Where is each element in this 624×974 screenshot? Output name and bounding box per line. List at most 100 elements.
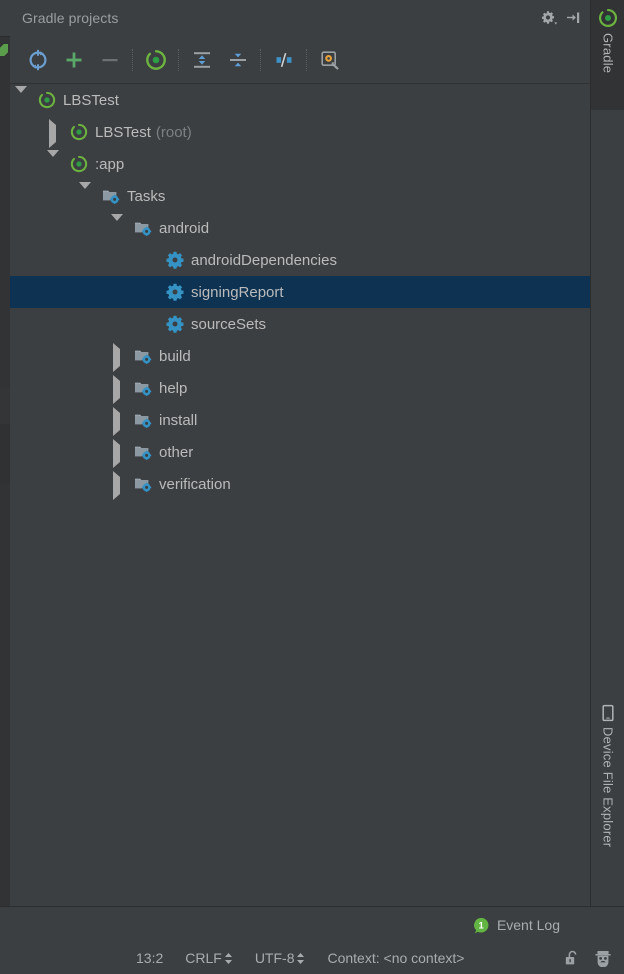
tree-row[interactable]: signingReport <box>10 276 590 308</box>
expand-all-button[interactable] <box>184 42 220 78</box>
toggle-offline-mode-button[interactable] <box>266 42 302 78</box>
chevron-down-icon[interactable] <box>78 182 92 206</box>
gradle-tool-window: Gradle projects LBSTest LBSTest (root):… <box>0 0 624 974</box>
unlocked-padlock-icon[interactable] <box>564 949 580 967</box>
refresh-icon <box>27 49 49 71</box>
chevron-right-icon[interactable] <box>110 471 124 500</box>
tree-row-label: signingReport <box>191 283 284 301</box>
tree-row[interactable]: LBSTest (root) <box>10 116 590 148</box>
task-folder-icon <box>134 380 152 396</box>
tree-toggle-placeholder <box>142 285 156 299</box>
task-folder-icon <box>134 220 152 236</box>
tool-window-gradle-label: Gradle <box>600 33 616 74</box>
task-folder-icon <box>134 476 152 492</box>
tree-row-label: LBSTest <box>95 123 151 141</box>
plus-icon <box>64 50 84 70</box>
task-folder-icon <box>134 348 152 364</box>
chevron-right-icon[interactable] <box>46 119 60 148</box>
offline-mode-icon <box>273 49 295 71</box>
gradle-settings-icon <box>319 49 341 71</box>
chevron-down-icon[interactable] <box>110 214 124 238</box>
gradle-icon <box>598 8 618 28</box>
event-log-count: 1 <box>478 920 484 931</box>
tree-row-label: androidDependencies <box>191 251 337 269</box>
device-icon <box>600 704 616 722</box>
gradle-icon <box>70 123 88 141</box>
task-folder-icon <box>102 188 120 204</box>
tree-row-label: install <box>159 411 198 429</box>
collapse-all-button[interactable] <box>220 42 256 78</box>
up-down-arrow-icon <box>296 951 305 966</box>
tree-row-label: android <box>159 219 210 237</box>
tree-row[interactable]: androidDependencies <box>10 244 590 276</box>
collapse-all-icon <box>227 49 249 71</box>
tree-row-label: Tasks <box>127 187 166 205</box>
context-indicator[interactable]: Context: <no context> <box>327 950 464 966</box>
panel-title-bar: Gradle projects <box>10 0 590 37</box>
tree-row-label: LBSTest <box>63 91 119 109</box>
encoding-selector[interactable]: UTF-8 <box>255 950 306 966</box>
tree-row[interactable]: help <box>10 372 590 404</box>
chevron-down-icon[interactable] <box>14 86 28 110</box>
chevron-right-icon[interactable] <box>110 407 124 436</box>
tree-row[interactable]: Tasks <box>10 180 590 212</box>
gradle-settings-button[interactable] <box>312 42 348 78</box>
gutter-band <box>0 424 10 484</box>
gradle-icon <box>70 155 88 173</box>
tree-toggle-placeholder <box>142 317 156 331</box>
tool-window-device-file-explorer-label: Device File Explorer <box>600 727 616 848</box>
gear-task-icon <box>166 315 184 333</box>
hide-icon <box>565 10 581 26</box>
chevron-down-icon[interactable] <box>46 150 60 174</box>
chevron-right-icon[interactable] <box>110 343 124 372</box>
line-separator-selector[interactable]: CRLF <box>185 950 233 966</box>
settings-gear-dropdown-button[interactable] <box>536 5 562 31</box>
execute-gradle-task-button[interactable] <box>138 42 174 78</box>
editor-gutter-top <box>0 0 10 37</box>
gradle-project-tree[interactable]: LBSTest LBSTest (root):app Tasks android andr… <box>10 84 590 906</box>
hide-panel-button[interactable] <box>564 5 582 31</box>
caret-position[interactable]: 13:2 <box>136 950 163 966</box>
chevron-right-icon[interactable] <box>110 375 124 404</box>
task-folder-icon <box>134 444 152 460</box>
event-log-label: Event Log <box>496 917 560 933</box>
tree-row[interactable]: other <box>10 436 590 468</box>
event-log-bar: 1 Event Log <box>0 906 624 943</box>
tree-row[interactable]: build <box>10 340 590 372</box>
tree-row[interactable]: verification <box>10 468 590 500</box>
tree-row-label: sourceSets <box>191 315 267 333</box>
unlink-gradle-project-button[interactable] <box>92 42 128 78</box>
tree-row[interactable]: sourceSets <box>10 308 590 340</box>
gradle-toolbar <box>10 36 590 84</box>
hector-inspector-icon[interactable] <box>594 949 612 967</box>
tree-row[interactable]: install <box>10 404 590 436</box>
line-separator-label: CRLF <box>185 950 222 966</box>
toolbar-separator <box>178 48 180 71</box>
minus-icon <box>100 50 120 70</box>
encoding-label: UTF-8 <box>254 950 295 966</box>
tree-row-label: help <box>159 379 188 397</box>
up-down-arrow-icon <box>224 951 233 966</box>
toolbar-separator <box>306 48 308 71</box>
panel-title: Gradle projects <box>22 10 119 26</box>
tree-row-label: build <box>159 347 191 365</box>
tree-row-label: verification <box>159 475 231 493</box>
tree-row[interactable]: LBSTest <box>10 84 590 116</box>
gutter-band <box>0 388 10 424</box>
event-log-button[interactable]: 1 Event Log <box>473 917 560 934</box>
chevron-right-icon[interactable] <box>110 439 124 468</box>
tree-row[interactable]: :app <box>10 148 590 180</box>
link-gradle-project-button[interactable] <box>56 42 92 78</box>
vcs-change-marker-icon <box>0 44 8 56</box>
tool-window-device-file-explorer-tab[interactable]: Device File Explorer <box>591 696 624 868</box>
tree-row[interactable]: android <box>10 212 590 244</box>
tree-row-suffix: (root) <box>155 123 192 141</box>
panel-title-actions <box>536 5 590 31</box>
toolbar-separator <box>132 48 134 71</box>
tool-window-gradle-tab[interactable]: Gradle <box>591 0 624 110</box>
status-bar-icons <box>564 949 624 967</box>
toolbar-separator <box>260 48 262 71</box>
event-log-badge: 1 <box>473 917 490 934</box>
editor-gutter-strip <box>0 0 10 906</box>
refresh-all-gradle-projects-button[interactable] <box>20 42 56 78</box>
